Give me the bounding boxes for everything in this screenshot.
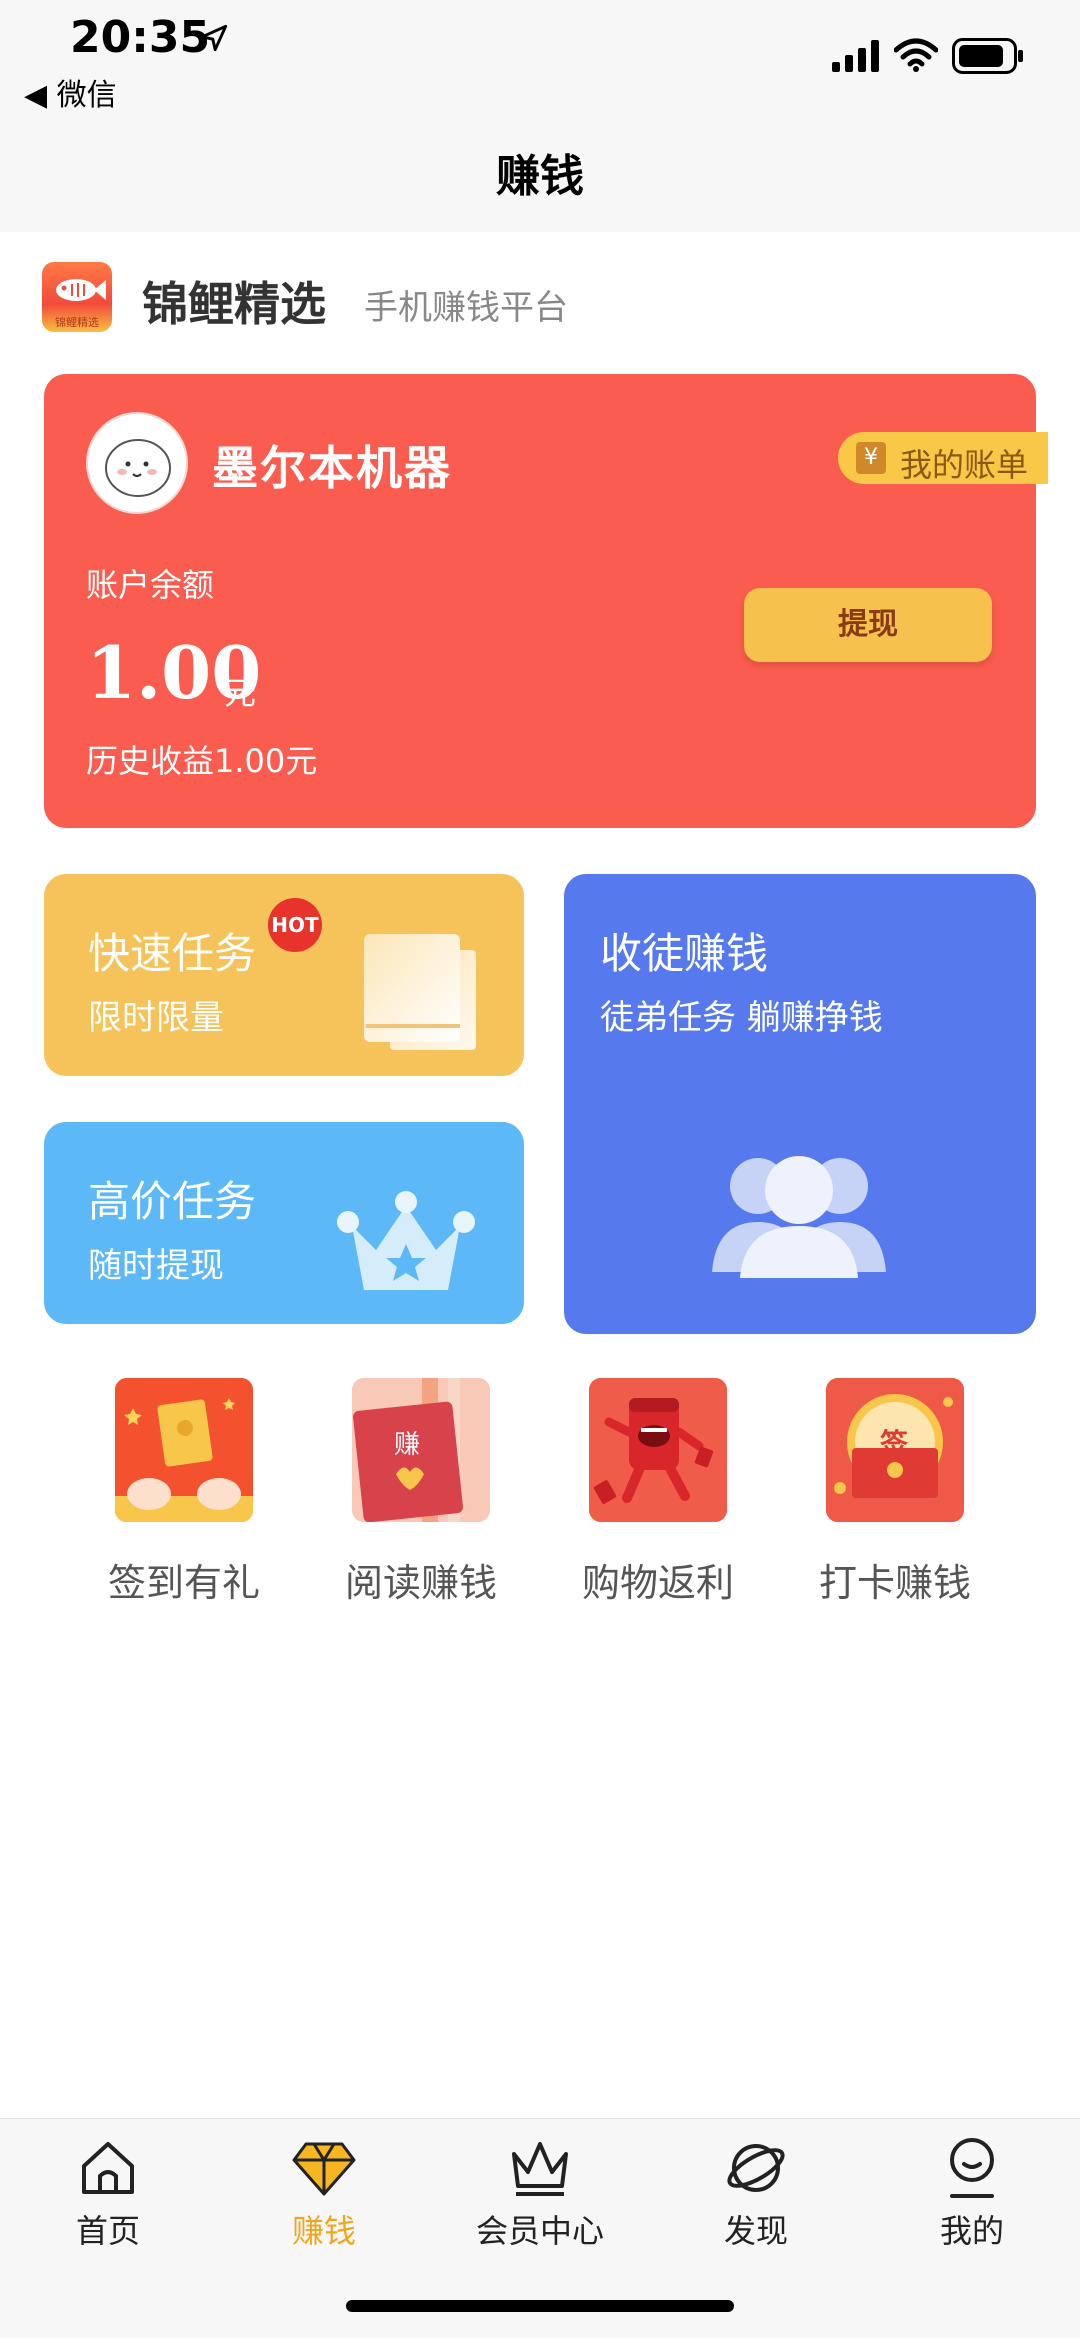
page-title: 赚钱 xyxy=(496,151,584,202)
high-price-task-title: 高价任务 xyxy=(88,1177,257,1226)
brand-logo: 锦鲤精选 xyxy=(42,262,112,332)
brand-slogan: 手机赚钱平台 xyxy=(364,288,568,328)
balance-unit: 元 xyxy=(224,674,257,712)
shopping-rebate-button[interactable] xyxy=(589,1378,727,1522)
crown-icon xyxy=(512,2142,568,2196)
tab-earn-label: 赚钱 xyxy=(291,2212,356,2250)
hot-badge: HOT xyxy=(268,898,322,952)
book-icon xyxy=(352,1378,490,1522)
tab-discover[interactable]: 发现 xyxy=(676,2134,836,2254)
avatar-face-icon xyxy=(105,439,171,497)
my-bill-label[interactable]: 我的账单 xyxy=(900,440,1028,486)
brand-logo-text: 锦鲤精选 xyxy=(55,316,99,329)
red-envelope-hands-icon xyxy=(115,1378,253,1522)
history-earnings: 历史收益1.00元 xyxy=(86,742,318,780)
checkin-gift-label[interactable]: 签到有礼 xyxy=(64,1552,304,1607)
tab-mine-label: 我的 xyxy=(939,2212,1004,2250)
brand-name: 锦鲤精选 xyxy=(142,277,326,331)
sign-icon-text: 签 xyxy=(880,1427,909,1460)
planet-icon xyxy=(727,2144,785,2192)
red-packet-mascot-icon xyxy=(589,1378,727,1522)
avatar[interactable] xyxy=(86,412,188,514)
book-stack-icon xyxy=(364,934,476,1050)
balance-label: 账户余额 xyxy=(86,566,215,604)
username: 墨尔本机器 xyxy=(212,441,452,495)
home-indicator xyxy=(346,2300,734,2312)
home-icon xyxy=(82,2142,134,2194)
quick-task-title: 快速任务 xyxy=(88,929,257,978)
battery-icon xyxy=(952,38,1023,74)
checkin-earn-button[interactable]: 签 xyxy=(826,1378,964,1522)
tab-mine[interactable]: 我的 xyxy=(892,2134,1052,2254)
checkin-earn-label[interactable]: 打卡赚钱 xyxy=(775,1552,1015,1607)
diamond-icon xyxy=(292,2142,356,2196)
tab-discover-label: 发现 xyxy=(723,2212,788,2250)
quick-task-subtitle: 限时限量 xyxy=(88,998,224,1038)
location-arrow-icon xyxy=(200,24,228,52)
group-users-icon xyxy=(712,1156,886,1278)
bill-icon: ¥ xyxy=(856,442,886,474)
tab-member-center-label: 会员中心 xyxy=(475,2212,604,2250)
signal-icon xyxy=(832,40,879,72)
tab-home[interactable]: 首页 xyxy=(28,2134,188,2254)
tab-member-center[interactable]: 会员中心 xyxy=(460,2134,620,2254)
status-time: 20:35 xyxy=(70,12,211,63)
high-price-task-subtitle: 随时提现 xyxy=(88,1246,224,1286)
read-earn-label[interactable]: 阅读赚钱 xyxy=(301,1552,541,1607)
back-to-wechat-link[interactable]: ◀ 微信 xyxy=(24,70,117,114)
recruit-subtitle: 徒弟任务 躺赚挣钱 xyxy=(600,998,883,1038)
recruit-title: 收徒赚钱 xyxy=(600,929,769,978)
shopping-rebate-label[interactable]: 购物返利 xyxy=(538,1552,778,1607)
tab-earn[interactable]: 赚钱 xyxy=(244,2134,404,2254)
withdraw-button[interactable]: 提现 xyxy=(744,588,992,662)
user-icon xyxy=(950,2138,994,2198)
tab-home-label: 首页 xyxy=(75,2212,140,2250)
wifi-icon xyxy=(894,38,938,72)
book-icon-text: 赚 xyxy=(394,1430,421,1460)
checkin-gift-button[interactable] xyxy=(115,1378,253,1522)
read-earn-button[interactable]: 赚 xyxy=(352,1378,490,1522)
crown-star-icon xyxy=(337,1191,475,1290)
